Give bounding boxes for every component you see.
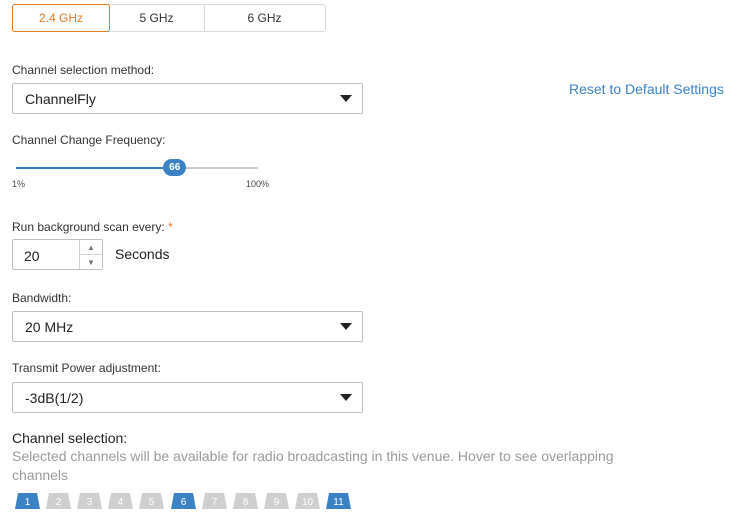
frequency-label: Channel Change Frequency: (12, 133, 166, 147)
required-mark: * (168, 220, 173, 234)
bandwidth-select[interactable]: 20 MHz (12, 311, 363, 342)
scan-label: Run background scan every: * (12, 220, 173, 234)
tab-5-ghz[interactable]: 5 GHz (109, 5, 205, 31)
channel-chip-8[interactable]: 8 (233, 493, 258, 509)
scan-interval-value[interactable]: 20 (24, 248, 40, 264)
channel-selection-heading: Channel selection: (12, 430, 128, 446)
caret-down-icon (340, 95, 352, 102)
channel-chip-11[interactable]: 11 (326, 493, 351, 509)
frequency-slider-fill (16, 167, 175, 169)
channel-chip-1[interactable]: 1 (15, 493, 40, 509)
slider-max-label: 100% (246, 179, 270, 189)
chevron-up-icon[interactable]: ▲ (80, 240, 102, 255)
channel-method-select[interactable]: ChannelFly (12, 83, 363, 114)
scan-label-text: Run background scan every: (12, 220, 165, 234)
channel-chip-3[interactable]: 3 (77, 493, 102, 509)
slider-min-label: 1% (12, 179, 26, 189)
tab-2-4-ghz[interactable]: 2.4 GHz (12, 4, 110, 32)
scan-interval-stepper[interactable]: 20 ▲ ▼ (12, 239, 103, 270)
channel-selection-description: Selected channels will be available for … (12, 448, 614, 483)
channel-chip-9[interactable]: 9 (264, 493, 289, 509)
channel-method-label: Channel selection method: (12, 63, 155, 77)
scan-unit: Seconds (115, 246, 170, 262)
channel-chip-10[interactable]: 10 (295, 493, 320, 509)
power-label: Transmit Power adjustment: (12, 361, 161, 375)
tab-6-ghz[interactable]: 6 GHz (205, 5, 324, 31)
channel-chip-4[interactable]: 4 (108, 493, 133, 509)
frequency-slider-thumb[interactable]: 66 (163, 159, 187, 176)
channel-method-value: ChannelFly (25, 90, 96, 107)
channel-chip-6[interactable]: 6 (171, 493, 196, 509)
channel-chip-7[interactable]: 7 (202, 493, 227, 509)
band-tabs: 2.4 GHz 5 GHz 6 GHz (12, 4, 326, 32)
bandwidth-value: 20 MHz (25, 318, 74, 335)
power-select[interactable]: -3dB(1/2) (12, 382, 363, 413)
stepper-arrows: ▲ ▼ (79, 240, 102, 269)
channel-chip-5[interactable]: 5 (139, 493, 164, 509)
caret-down-icon (340, 394, 352, 401)
chevron-down-icon[interactable]: ▼ (80, 255, 102, 269)
caret-down-icon (340, 323, 352, 330)
power-value: -3dB(1/2) (25, 389, 84, 406)
channel-chip-2[interactable]: 2 (46, 493, 71, 509)
reset-default-link[interactable]: Reset to Default Settings (569, 81, 724, 97)
bandwidth-label: Bandwidth: (12, 291, 72, 305)
